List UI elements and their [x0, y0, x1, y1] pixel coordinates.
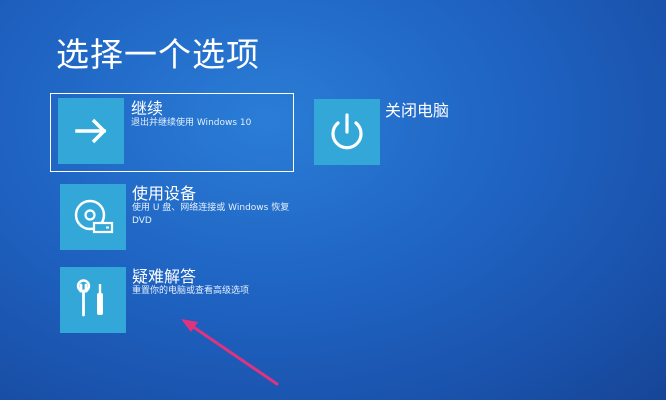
annotation-arrow — [181, 319, 279, 386]
